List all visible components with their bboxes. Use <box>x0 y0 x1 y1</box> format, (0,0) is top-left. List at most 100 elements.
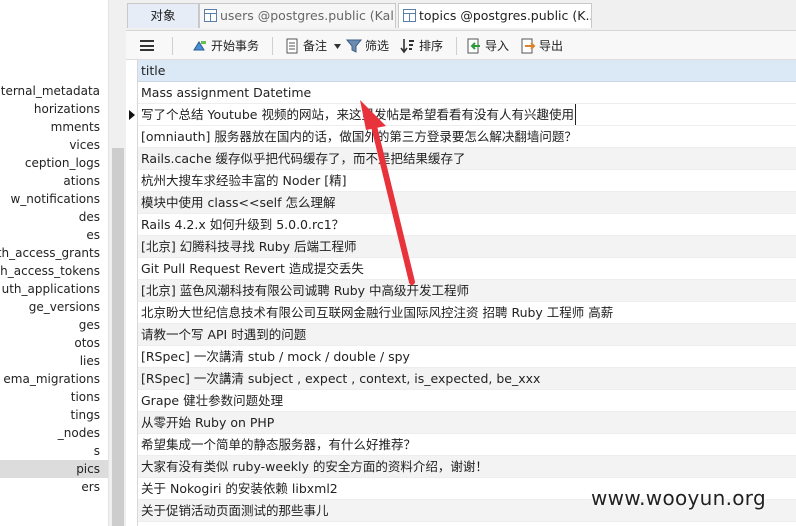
tab-topics-label: topics @postgres.public (K... <box>419 8 592 23</box>
tree-item[interactable]: mments <box>0 118 108 136</box>
tree-item[interactable]: es <box>0 226 108 244</box>
filter-icon <box>346 39 362 53</box>
export-button[interactable]: 导出 <box>520 35 568 57</box>
table-row[interactable]: [RSpec] 一次講清 subject , expect , context,… <box>138 368 796 390</box>
tab-bar: 对象 users @postgres.public (Kal... topics… <box>126 0 796 31</box>
table-row[interactable]: Mass assignment Datetime <box>138 82 796 104</box>
table-cell[interactable]: [RSpec] 一次講清 stub / mock / double / spy <box>141 349 410 364</box>
table-cell[interactable]: 模块中使用 class<<self 怎么理解 <box>141 195 336 210</box>
table-cell[interactable]: Mass assignment Datetime <box>141 85 311 100</box>
begin-transaction-label: 开始事务 <box>211 39 260 53</box>
table-cell[interactable]: 杭州大搜车求经验丰富的 Noder [精] <box>141 173 346 188</box>
table-row[interactable]: 希望集成一个简单的静态服务器，有什么好推荐？ <box>138 434 796 456</box>
tree-item-label: lies <box>79 354 100 368</box>
tree-item[interactable]: ema_migrations <box>0 370 108 388</box>
tree-item[interactable]: tings <box>0 406 108 424</box>
table-row[interactable]: Rails.cache 缓存似乎把代码缓存了，而不是把结果缓存了 <box>138 148 796 170</box>
tree-item[interactable]: _nodes <box>0 424 108 442</box>
table-row[interactable]: Grape 健壮参数问题处理 <box>138 390 796 412</box>
table-icon <box>204 9 217 22</box>
tree-item[interactable]: internal_metadata <box>0 82 108 100</box>
table-row[interactable]: Rails 4.2.x 如何升级到 5.0.0.rc1？ <box>138 214 796 236</box>
memo-icon <box>286 38 298 54</box>
cell-editor[interactable]: 写了个总结 Youtube 视频的网站，来这里发帖是希望看看有没有人有兴趣使用 <box>141 104 576 125</box>
table-row[interactable]: [omniauth] 服务器放在国内的话，做国外的第三方登录要怎么解决翻墙问题？ <box>138 126 796 148</box>
export-label: 导出 <box>539 39 564 53</box>
table-cell[interactable]: 希望集成一个简单的静态服务器，有什么好推荐？ <box>141 437 416 452</box>
table-cell[interactable]: Grape 健壮参数问题处理 <box>141 393 283 408</box>
tree-item[interactable]: ge_versions <box>0 298 108 316</box>
tree-item[interactable]: horizations <box>0 100 108 118</box>
table-cell[interactable]: [北京] 蓝色风潮科技有限公司诚聘 Ruby 中高级开发工程师 <box>141 283 469 298</box>
table-row[interactable]: 从零开始 Ruby on PHP <box>138 412 796 434</box>
tab-users-label: users @postgres.public (Kal... <box>220 8 396 23</box>
import-button[interactable]: 导入 <box>466 35 514 57</box>
table-row[interactable]: [北京] 幻腾科技寻找 Ruby 后端工程师 <box>138 236 796 258</box>
table-cell[interactable]: Rails 4.2.x 如何升级到 5.0.0.rc1？ <box>141 217 344 232</box>
chevron-down-icon[interactable] <box>334 44 341 49</box>
tree-item-label: des <box>78 210 100 224</box>
toolbar: 开始事务 备注 筛选 排序 导入 导出 <box>126 31 796 60</box>
menu-icon[interactable] <box>140 40 154 51</box>
tree-item[interactable]: ges <box>0 316 108 334</box>
tree-item-label: ges <box>78 318 100 332</box>
tree-item-label: otos <box>74 336 100 350</box>
tree-item-label: ations <box>63 174 100 188</box>
table-row[interactable]: 请教一个写 API 时遇到的问题 <box>138 324 796 346</box>
tree-scrollbar[interactable] <box>108 0 126 526</box>
tree-item[interactable]: pics <box>0 460 108 478</box>
table-row[interactable]: 写了个总结 Youtube 视频的网站，来这里发帖是希望看看有没有人有兴趣使用 <box>138 104 796 126</box>
tree-item[interactable]: uth_access_grants <box>0 244 108 262</box>
tab-topics-table[interactable]: topics @postgres.public (K... <box>398 3 592 28</box>
sort-button[interactable]: 排序 <box>400 35 448 57</box>
column-header-title[interactable]: title <box>138 60 796 82</box>
table-cell[interactable]: [北京] 幻腾科技寻找 Ruby 后端工程师 <box>141 239 357 254</box>
tab-users-table[interactable]: users @postgres.public (Kal... <box>199 3 396 28</box>
table-row[interactable]: 大家有没有类似 ruby-weekly 的安全方面的资料介绍，谢谢！ <box>138 456 796 478</box>
table-cell[interactable]: 北京盼大世纪信息技术有限公司互联网金融行业国际风控注资 招聘 Ruby 工程师 … <box>141 305 613 320</box>
table-row[interactable]: 北京盼大世纪信息技术有限公司互联网金融行业国际风控注资 招聘 Ruby 工程师 … <box>138 302 796 324</box>
table-cell[interactable]: Git Pull Request Revert 造成提交丢失 <box>141 261 364 276</box>
tab-objects[interactable]: 对象 <box>127 3 199 28</box>
table-cell[interactable]: Rails.cache 缓存似乎把代码缓存了，而不是把结果缓存了 <box>141 151 466 166</box>
watermark-text: www.wooyun.org <box>591 486 766 510</box>
table-row[interactable]: Git Pull Request Revert 造成提交丢失 <box>138 258 796 280</box>
tree-item-label: internal_metadata <box>0 84 100 98</box>
table-row[interactable]: 杭州大搜车求经验丰富的 Noder [精] <box>138 170 796 192</box>
table-cell[interactable]: [RSpec] 一次講清 subject , expect , context,… <box>141 371 540 386</box>
table-cell[interactable]: 从零开始 Ruby on PHP <box>141 415 274 430</box>
current-row-marker <box>129 110 135 120</box>
tree-item[interactable]: lies <box>0 352 108 370</box>
import-icon <box>467 38 480 54</box>
sort-label: 排序 <box>419 39 444 53</box>
tree-scrollbar-thumb[interactable] <box>112 148 124 526</box>
table-row[interactable]: 模块中使用 class<<self 怎么理解 <box>138 192 796 214</box>
tree-item[interactable]: ations <box>0 172 108 190</box>
tree-item[interactable]: uth_access_tokens <box>0 262 108 280</box>
tree-item[interactable]: uth_applications <box>0 280 108 298</box>
tree-item[interactable]: tions <box>0 388 108 406</box>
tree-item[interactable]: w_notifications <box>0 190 108 208</box>
tree-item[interactable]: otos <box>0 334 108 352</box>
table-cell[interactable]: [omniauth] 服务器放在国内的话，做国外的第三方登录要怎么解决翻墙问题？ <box>141 129 577 144</box>
table-cell[interactable]: 请教一个写 API 时遇到的问题 <box>141 327 306 342</box>
tree-item[interactable]: ers <box>0 478 108 496</box>
tree-item-label: horizations <box>33 102 100 116</box>
import-label: 导入 <box>485 39 510 53</box>
filter-label: 筛选 <box>365 39 390 53</box>
table-cell[interactable]: 大家有没有类似 ruby-weekly 的安全方面的资料介绍，谢谢！ <box>141 459 488 474</box>
table-row[interactable]: [北京] 蓝色风潮科技有限公司诚聘 Ruby 中高级开发工程师 <box>138 280 796 302</box>
tree-item[interactable]: vices <box>0 136 108 154</box>
export-icon <box>521 38 536 54</box>
toolbar-separator <box>456 37 457 55</box>
tree-item[interactable]: s <box>0 442 108 460</box>
tree-item[interactable]: des <box>0 208 108 226</box>
table-cell[interactable]: 关于促销活动页面测试的那些事儿 <box>141 503 329 518</box>
tree-item[interactable]: ception_logs <box>0 154 108 172</box>
memo-button[interactable]: 备注 <box>284 35 342 57</box>
tree-item-label: mments <box>50 120 100 134</box>
table-cell[interactable]: 关于 Nokogiri 的安装依赖 libxml2 <box>141 481 338 496</box>
filter-button[interactable]: 筛选 <box>346 35 394 57</box>
table-row[interactable]: [RSpec] 一次講清 stub / mock / double / spy <box>138 346 796 368</box>
begin-transaction-button[interactable]: 开始事务 <box>192 35 266 57</box>
